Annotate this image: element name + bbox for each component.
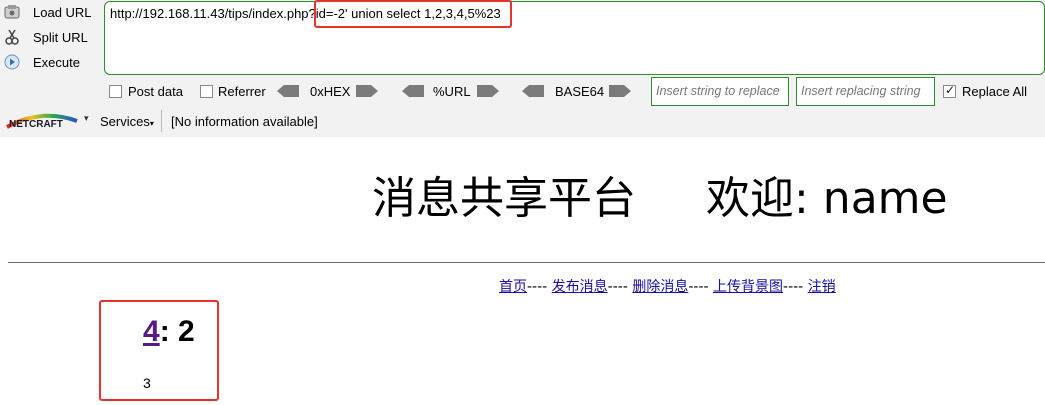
message-title: 4: 2 — [143, 317, 195, 347]
message-title-text: : 2 — [159, 315, 195, 348]
toolbar-divider — [161, 110, 162, 132]
message-content: 3 — [143, 375, 151, 391]
replace-string-input[interactable]: Insert string to replace — [651, 77, 789, 106]
svg-text:NETCRAFT: NETCRAFT — [9, 119, 63, 130]
replace-all-label: Replace All — [962, 84, 1028, 99]
load-url-button[interactable]: Load URL — [0, 1, 100, 23]
url-encode-arrow-icon[interactable] — [477, 85, 499, 97]
chevron-down-icon: ▾ — [149, 119, 154, 128]
scissors-icon — [3, 28, 21, 46]
load-url-label: Load URL — [33, 4, 92, 20]
site-title: 消息共享平台 — [372, 173, 636, 224]
nav-separator: ---- — [688, 279, 709, 295]
referrer-checkbox[interactable] — [200, 85, 213, 98]
replacing-string-input[interactable]: Insert replacing string — [796, 77, 935, 106]
post-data-label: Post data — [128, 84, 183, 99]
nav-logout-link[interactable]: 注销 — [808, 279, 836, 295]
base64-label: BASE64 — [555, 84, 605, 99]
url-encode-label: %URL — [433, 84, 471, 99]
split-url-label: Split URL — [33, 29, 88, 45]
netcraft-logo[interactable]: NETCRAFT — [5, 112, 79, 130]
services-menu[interactable]: Services▾ — [100, 114, 154, 129]
post-data-checkbox[interactable] — [109, 85, 122, 98]
netcraft-dropdown-icon[interactable]: ▾ — [84, 114, 89, 124]
netcraft-toolbar: NETCRAFT ▾ Services▾ [No information ava… — [0, 110, 1045, 134]
url-textarea[interactable]: http://192.168.11.43/tips/index.php?id=-… — [104, 1, 1045, 75]
hackbar-toolbar: Load URL Split URL Execute http://192.16… — [0, 0, 1045, 137]
execute-icon — [3, 53, 21, 71]
nav-separator: ---- — [783, 279, 804, 295]
hex-decode-arrow-icon[interactable] — [277, 85, 299, 97]
services-label: Services — [100, 114, 150, 129]
replace-all-checkbox[interactable] — [943, 83, 956, 98]
base64-encode-arrow-icon[interactable] — [609, 85, 631, 97]
page-content: 消息共享平台 欢迎: name 首页---- 发布消息---- 删除消息---- … — [0, 137, 1045, 405]
base64-decode-arrow-icon[interactable] — [522, 85, 544, 97]
referrer-label: Referrer — [218, 84, 266, 99]
netcraft-info: [No information available] — [171, 114, 318, 129]
nav-separator: ---- — [527, 279, 548, 295]
header-divider — [8, 262, 1045, 263]
url-prefix: http://192.168.11.43/tips/index.php? — [110, 6, 316, 21]
split-url-button[interactable]: Split URL — [0, 26, 100, 48]
message-id-link[interactable]: 4 — [143, 315, 160, 348]
page-header: 消息共享平台 欢迎: name — [372, 177, 948, 221]
nav-publish-link[interactable]: 发布消息 — [552, 279, 608, 295]
execute-button[interactable]: Execute — [0, 51, 100, 73]
payload-highlight — [314, 0, 512, 28]
hex-encode-arrow-icon[interactable] — [356, 85, 378, 97]
execute-label: Execute — [33, 54, 80, 70]
nav-upload-bg-link[interactable]: 上传背景图 — [713, 279, 783, 295]
welcome-text: 欢迎: name — [706, 173, 948, 224]
main-nav: 首页---- 发布消息---- 删除消息---- 上传背景图---- 注销 — [499, 276, 836, 296]
hex-label: 0xHEX — [310, 84, 351, 99]
url-decode-arrow-icon[interactable] — [402, 85, 424, 97]
nav-home-link[interactable]: 首页 — [499, 279, 527, 295]
nav-delete-link[interactable]: 删除消息 — [632, 279, 688, 295]
nav-separator: ---- — [607, 279, 628, 295]
load-url-icon — [3, 3, 21, 21]
